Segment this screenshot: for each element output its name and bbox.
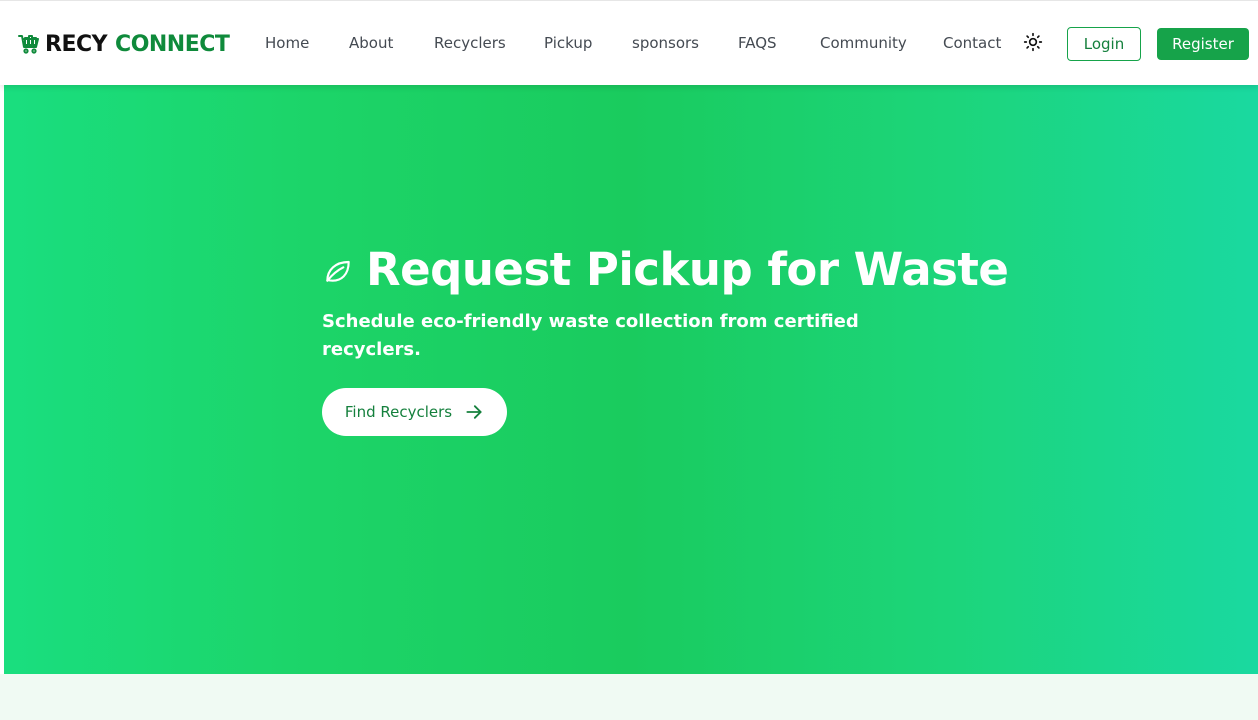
find-recyclers-label: Find Recyclers (344, 403, 453, 421)
cart-recycle-icon (17, 32, 41, 56)
hero-section: Request Pickup for Waste Schedule eco-fr… (4, 85, 1258, 674)
hero-title-text: Request Pickup for Waste (366, 243, 1009, 296)
hero-subtitle: Schedule eco-friendly waste collection f… (322, 311, 859, 360)
nav-link-home[interactable]: Home (265, 34, 309, 52)
nav-link-community[interactable]: Community (820, 34, 907, 52)
nav-link-pickup[interactable]: Pickup (544, 34, 592, 52)
brand-logo[interactable]: RECY CONNECT (17, 30, 230, 58)
nav-link-contact[interactable]: Contact (943, 34, 1001, 52)
arrow-right-icon (464, 402, 484, 422)
nav-link-about[interactable]: About (349, 34, 393, 52)
hero-title: Request Pickup for Waste (322, 243, 1009, 296)
login-button[interactable]: Login (1067, 27, 1141, 61)
leaf-icon (322, 254, 354, 286)
nav-link-sponsors[interactable]: sponsors (632, 34, 699, 52)
nav-link-recyclers[interactable]: Recyclers (434, 34, 506, 52)
register-button[interactable]: Register (1157, 28, 1249, 60)
nav-link-faqs[interactable]: FAQS (738, 34, 777, 52)
find-recyclers-button[interactable]: Find Recyclers (322, 388, 507, 436)
sun-icon (1023, 32, 1043, 56)
brand-name-connect: CONNECT (115, 31, 230, 57)
next-section-strip (0, 674, 1258, 720)
top-navbar: RECY CONNECT Home About Recyclers Pickup… (0, 0, 1258, 85)
brand-name-recy: RECY (45, 31, 108, 57)
theme-toggle-button[interactable] (1022, 32, 1044, 56)
